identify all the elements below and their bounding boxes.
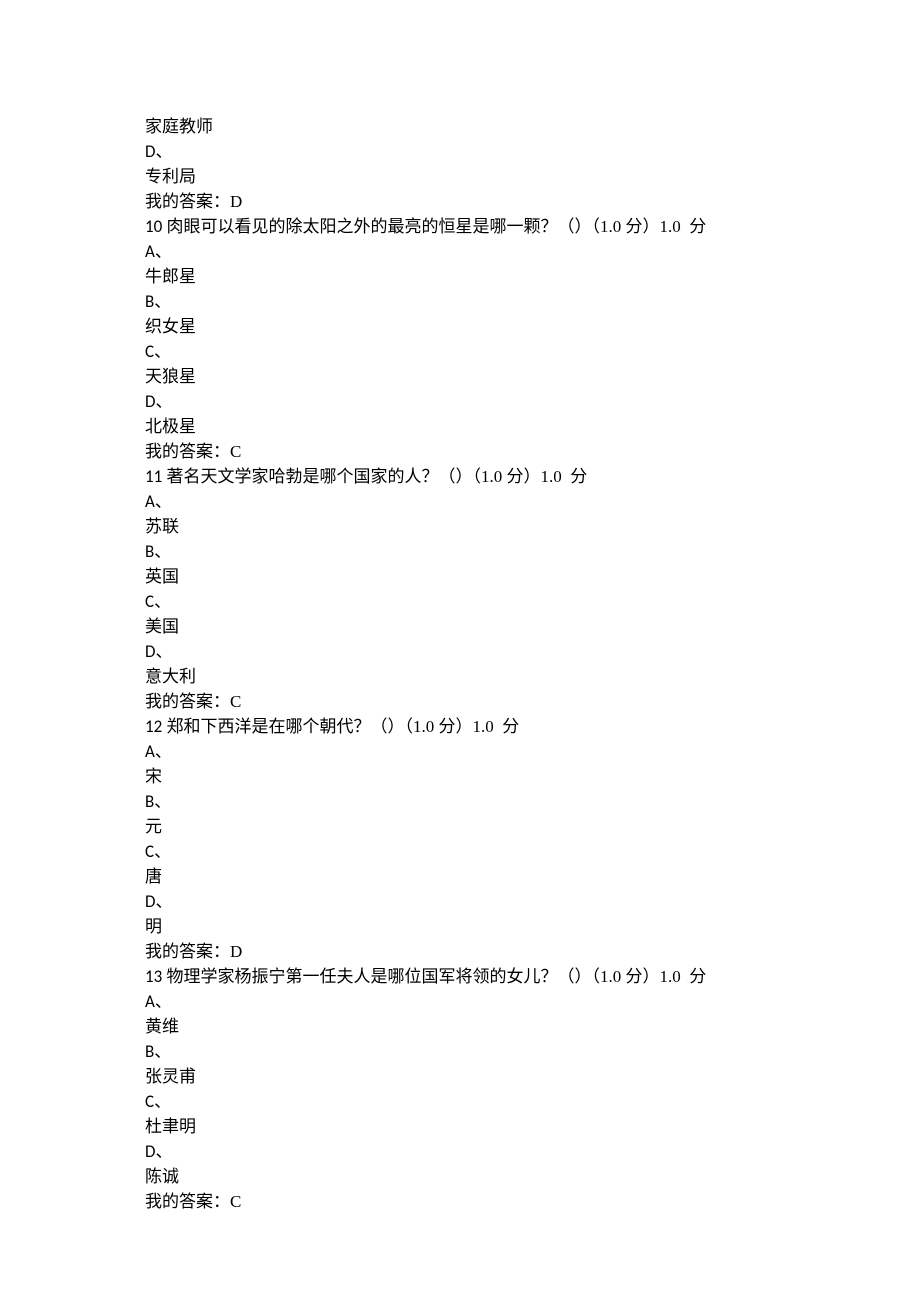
answer-line: 我的答案：D (145, 189, 825, 214)
option-marker-a: A、 (145, 489, 825, 514)
option-marker-b: B、 (145, 539, 825, 564)
option-text: 美国 (145, 614, 825, 639)
option-text: 苏联 (145, 514, 825, 539)
answer-line: 我的答案：C (145, 1189, 825, 1214)
option-text: 明 (145, 914, 825, 939)
question-stem: 11 著名天文学家哈勃是哪个国家的人？（）（1.0 分）1.0 分 (145, 464, 825, 489)
option-text: 北极星 (145, 414, 825, 439)
document-page: 家庭教师 D、 专利局 我的答案：D 10 肉眼可以看见的除太阳之外的最亮的恒星… (0, 0, 825, 1214)
question-text: 著名天文学家哈勃是哪个国家的人？（）（1.0 分）1.0 分 (162, 467, 587, 486)
answer-line: 我的答案：C (145, 689, 825, 714)
option-text: 意大利 (145, 664, 825, 689)
option-marker-d: D、 (145, 639, 825, 664)
option-marker-d: D、 (145, 889, 825, 914)
question-stem: 10 肉眼可以看见的除太阳之外的最亮的恒星是哪一颗？（）（1.0 分）1.0 分 (145, 214, 825, 239)
option-text: 陈诚 (145, 1164, 825, 1189)
answer-line: 我的答案：D (145, 939, 825, 964)
question-number: 11 (145, 466, 162, 487)
option-marker-c: C、 (145, 1089, 825, 1114)
option-marker-d: D、 (145, 139, 825, 164)
option-text: 家庭教师 (145, 114, 825, 139)
option-text: 唐 (145, 864, 825, 889)
option-marker-d: D、 (145, 1139, 825, 1164)
option-marker-c: C、 (145, 589, 825, 614)
option-marker-a: A、 (145, 239, 825, 264)
option-marker-c: C、 (145, 839, 825, 864)
question-number: 10 (145, 216, 162, 237)
option-marker-b: B、 (145, 789, 825, 814)
option-text: 天狼星 (145, 364, 825, 389)
question-number: 13 (145, 966, 162, 987)
option-marker-b: B、 (145, 1039, 825, 1064)
option-text: 张灵甫 (145, 1064, 825, 1089)
option-text: 英国 (145, 564, 825, 589)
option-marker-a: A、 (145, 739, 825, 764)
question-text: 物理学家杨振宁第一任夫人是哪位国军将领的女儿？（）（1.0 分）1.0 分 (162, 967, 706, 986)
question-text: 肉眼可以看见的除太阳之外的最亮的恒星是哪一颗？（）（1.0 分）1.0 分 (162, 217, 706, 236)
answer-line: 我的答案：C (145, 439, 825, 464)
option-marker-d: D、 (145, 389, 825, 414)
option-text: 黄维 (145, 1014, 825, 1039)
option-marker-c: C、 (145, 339, 825, 364)
option-text: 杜聿明 (145, 1114, 825, 1139)
question-stem: 12 郑和下西洋是在哪个朝代？（）（1.0 分）1.0 分 (145, 714, 825, 739)
question-text: 郑和下西洋是在哪个朝代？（）（1.0 分）1.0 分 (162, 717, 519, 736)
option-text: 专利局 (145, 164, 825, 189)
question-number: 12 (145, 716, 162, 737)
question-stem: 13 物理学家杨振宁第一任夫人是哪位国军将领的女儿？（）（1.0 分）1.0 分 (145, 964, 825, 989)
option-text: 元 (145, 814, 825, 839)
option-marker-a: A、 (145, 989, 825, 1014)
option-text: 宋 (145, 764, 825, 789)
option-text: 牛郎星 (145, 264, 825, 289)
option-text: 织女星 (145, 314, 825, 339)
option-marker-b: B、 (145, 289, 825, 314)
